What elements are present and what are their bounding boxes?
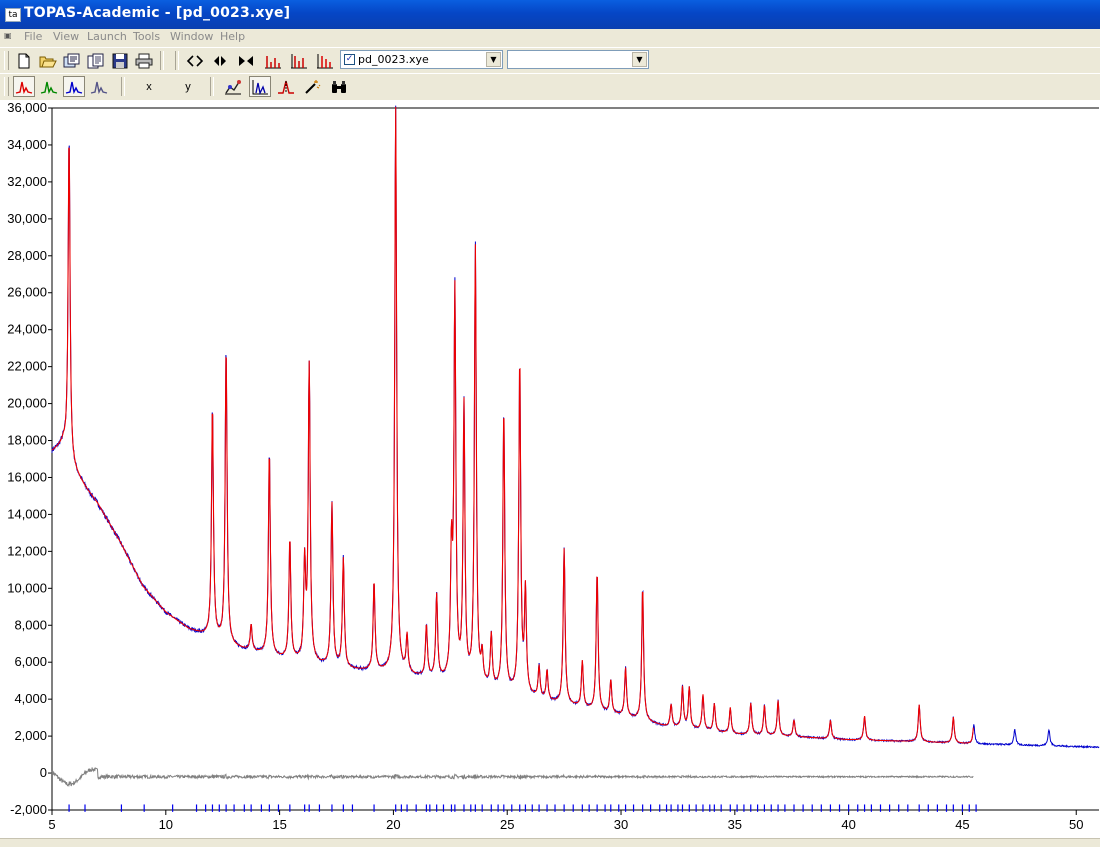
calculated-pattern-icon[interactable] [38,76,60,97]
y-tick-label: 2,000 [14,728,47,743]
x-tick-label: 20 [386,817,400,832]
menu-tools[interactable]: Tools [133,30,160,43]
difference-series-line [51,767,974,788]
toolbar-separator [175,51,179,70]
calculated-series-line [51,106,974,744]
document-system-menu-icon[interactable]: ▣ [4,31,17,43]
difference-pattern-icon[interactable] [63,76,85,97]
structure-view-icon[interactable] [222,76,244,97]
app-icon: ta [5,8,21,22]
print-icon[interactable] [133,50,155,71]
menu-bar: ▣ File View Launch Tools Window Help [0,29,1100,46]
y-tick-label: 6,000 [14,654,47,669]
x-tick-label: 40 [841,817,855,832]
open-folder-icon[interactable] [37,50,59,71]
y-tick-label: 16,000 [7,469,47,484]
y-tick-label: 36,000 [7,100,47,115]
y-tick-label: 12,000 [7,543,47,558]
file-select-value: pd_0023.xye [358,53,429,66]
window-title: TOPAS-Academic - [pd_0023.xye] [24,5,291,21]
x-tick-label: 5 [48,817,55,832]
y-tick-label: 26,000 [7,285,47,300]
toolbar-separator [121,77,125,96]
powder-pattern-chart[interactable]: -2,000 0 2,000 4,000 6,000 8,000 10,000 12,000 1… [0,100,1100,838]
x-axis-button[interactable]: x [138,76,160,97]
y-tick-label: 34,000 [7,137,47,152]
y-tick-label: -2,000 [10,802,47,817]
toolbar-separator [160,51,164,70]
y-tick-label: 10,000 [7,580,47,595]
x-tick-label: 10 [159,817,173,832]
file-select-combo[interactable]: ✓ pd_0023.xye ▼ [340,50,503,69]
y-tick-label: 4,000 [14,691,47,706]
x-tick-label: 45 [955,817,969,832]
y-tick-label: 22,000 [7,359,47,374]
observed-series-line [51,105,1100,749]
zoom-fit-icon[interactable] [235,50,257,71]
menu-launch[interactable]: Launch [87,30,127,43]
x-tick-label: 30 [614,817,628,832]
menu-help[interactable]: Help [220,30,245,43]
menu-view[interactable]: View [53,30,79,43]
observed-pattern-icon[interactable] [13,76,35,97]
toolbar-separator [210,77,214,96]
peak-list-icon[interactable] [314,50,336,71]
file-visible-checkbox[interactable]: ✓ [344,54,355,65]
menu-file[interactable]: File [24,30,42,43]
main-toolbar: ✓ pd_0023.xye ▼ ▼ [0,47,1100,75]
y-tick-label: 20,000 [7,396,47,411]
menu-window[interactable]: Window [170,30,213,43]
copy-documents-icon[interactable] [85,50,107,71]
plot-area[interactable]: -2,000 0 2,000 4,000 6,000 8,000 10,000 12,000 1… [0,100,1100,838]
single-peak-icon[interactable] [275,76,297,97]
pattern-tick-marks-icon[interactable] [249,76,271,97]
y-tick-label: 24,000 [7,322,47,337]
y-tick-label: 0 [40,765,47,780]
y-axis-button[interactable]: y [177,76,199,97]
x-tick-label: 35 [728,817,742,832]
save-icon[interactable] [109,50,131,71]
toolbar-grip[interactable] [4,51,9,70]
open-project-icon[interactable] [61,50,83,71]
y-tick-label: 18,000 [7,433,47,448]
x-tick-label: 25 [500,817,514,832]
y-tick-label: 32,000 [7,174,47,189]
chevron-down-icon[interactable]: ▼ [632,52,647,67]
y-tick-label: 14,000 [7,506,47,521]
y-tick-label: 28,000 [7,248,47,263]
title-bar: ta TOPAS-Academic - [pd_0023.xye] [0,0,1100,29]
plot-toolbar: x y [0,73,1100,101]
peak-fit-icon[interactable] [288,50,310,71]
secondary-select-combo[interactable]: ▼ [507,50,649,69]
zoom-out-x-icon[interactable] [184,50,206,71]
new-file-icon[interactable] [13,50,35,71]
peak-markers-icon[interactable] [262,50,284,71]
zoom-in-x-icon[interactable] [209,50,231,71]
toolbar-grip[interactable] [4,77,9,96]
y-tick-label: 8,000 [14,617,47,632]
chevron-down-icon[interactable]: ▼ [486,52,501,67]
background-pattern-icon[interactable] [88,76,110,97]
x-tick-label: 15 [272,817,286,832]
y-tick-label: 30,000 [7,211,47,226]
binoculars-icon[interactable] [328,76,350,97]
magic-wand-icon[interactable] [301,76,323,97]
x-tick-label: 50 [1069,817,1083,832]
